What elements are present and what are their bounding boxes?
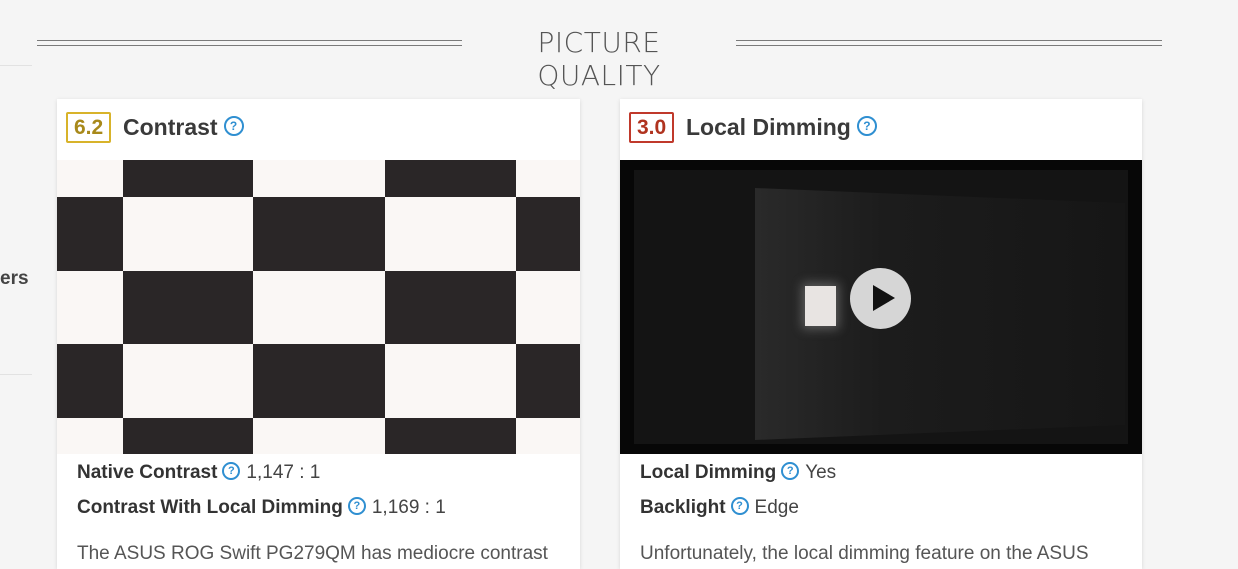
checkerboard-image (57, 160, 580, 454)
spec-list: Local Dimming? Yes Backlight? Edge (640, 461, 836, 531)
local-dimming-card: 3.0 Local Dimming? Local Dimming? Yes Bac… (620, 99, 1142, 569)
card-description: Unfortunately, the local dimming feature… (640, 543, 1089, 564)
spec-row: Native Contrast? 1,147 : 1 (77, 461, 446, 496)
section-header: PICTURE QUALITY (37, 26, 1162, 92)
header-rule-right (736, 40, 1162, 46)
checker-cell (516, 197, 580, 271)
checker-cell (57, 197, 123, 271)
card-title-text[interactable]: Local Dimming (686, 114, 851, 140)
question-circle-icon[interactable]: ? (856, 115, 877, 136)
checker-cell (123, 418, 253, 454)
checker-cell (516, 344, 580, 418)
card-header: 6.2 Contrast? (57, 99, 580, 160)
spec-label: Native Contrast (77, 462, 218, 483)
card-header: 3.0 Local Dimming? (620, 99, 1142, 160)
card-description: The ASUS ROG Swift PG279QM has mediocre … (77, 543, 548, 564)
sidebar-item-label[interactable]: ers (0, 268, 29, 290)
card-title-text[interactable]: Contrast (123, 114, 218, 140)
checker-cell (253, 344, 385, 418)
spec-list: Native Contrast? 1,147 : 1 Contrast With … (77, 461, 446, 531)
question-circle-icon[interactable]: ? (223, 115, 244, 136)
spec-value: Edge (754, 497, 799, 518)
local-dimming-video[interactable] (620, 160, 1142, 454)
header-rule-left (37, 40, 462, 46)
checker-cell (385, 418, 516, 454)
spec-label: Local Dimming (640, 462, 777, 483)
spec-label: Backlight (640, 497, 726, 518)
spec-value: 1,147 : 1 (246, 462, 321, 483)
sidebar-divider (0, 374, 32, 375)
checker-cell (57, 344, 123, 418)
question-circle-icon[interactable]: ? (347, 496, 366, 515)
score-badge: 3.0 (629, 112, 675, 143)
contrast-card: 6.2 Contrast? Native Contrast? 1,147 : 1 … (57, 99, 580, 569)
section-title: PICTURE QUALITY (537, 26, 661, 92)
card-title: Contrast? (123, 114, 244, 141)
spec-row: Contrast With Local Dimming? 1,169 : 1 (77, 496, 446, 531)
spec-label: Contrast With Local Dimming (77, 497, 343, 518)
white-patch (805, 286, 836, 326)
question-circle-icon[interactable]: ? (730, 496, 749, 515)
spec-row: Local Dimming? Yes (640, 461, 836, 496)
question-circle-icon[interactable]: ? (781, 461, 800, 480)
spec-row: Backlight? Edge (640, 496, 836, 531)
play-icon[interactable] (850, 268, 911, 329)
checker-cell (385, 160, 516, 197)
checker-cell (123, 271, 253, 344)
checker-cell (385, 271, 516, 344)
score-badge: 6.2 (66, 112, 112, 143)
sidebar-divider (0, 65, 32, 66)
spec-value: Yes (805, 462, 837, 483)
spec-value: 1,169 : 1 (371, 497, 446, 518)
card-title: Local Dimming? (686, 114, 877, 141)
checker-cell (253, 197, 385, 271)
checker-cell (123, 160, 253, 197)
question-circle-icon[interactable]: ? (222, 461, 241, 480)
